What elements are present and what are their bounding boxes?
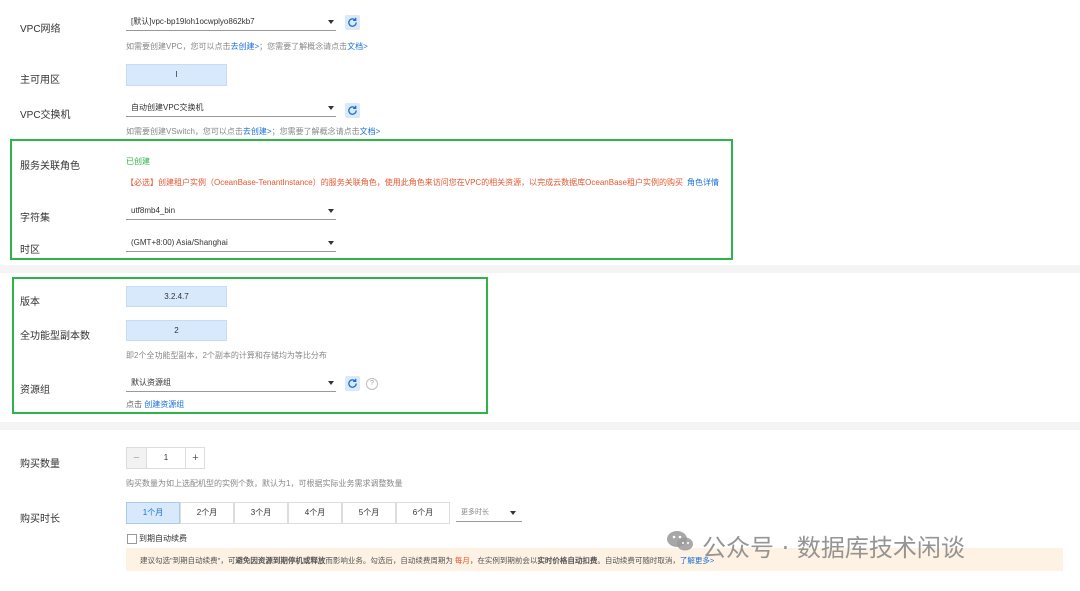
service-role-label: 服务关联角色 xyxy=(20,161,80,172)
duration-option[interactable]: 1个月 xyxy=(126,502,180,524)
vswitch-select-value: 自动创建VPC交换机 xyxy=(131,103,204,112)
duration-option[interactable]: 5个月 xyxy=(342,502,396,524)
timezone-select[interactable]: (GMT+8:00) Asia/Shanghai xyxy=(126,234,336,252)
quantity-stepper[interactable]: − 1 + xyxy=(126,447,205,469)
quantity-input[interactable]: 1 xyxy=(147,448,185,468)
timezone-label: 时区 xyxy=(20,245,40,256)
replicas-label: 全功能型副本数 xyxy=(20,331,90,342)
vpc-hint: 如需要创建VPC，您可以点击去创建>；您需要了解概念请点击文档> xyxy=(126,42,368,51)
timezone-select-value: (GMT+8:00) Asia/Shanghai xyxy=(131,238,228,247)
help-icon[interactable]: ? xyxy=(366,378,378,390)
vpc-label: VPC网络 xyxy=(20,24,61,35)
wechat-icon xyxy=(666,530,694,552)
highlight-frame-2 xyxy=(12,277,488,414)
service-role-status: 已创建 xyxy=(126,157,150,166)
chevron-down-icon xyxy=(328,209,334,213)
version-value: 3.2.4.7 xyxy=(126,286,227,307)
auto-renew-label: 到期自动续费 xyxy=(139,534,187,543)
charset-select-value: utf8mb4_bin xyxy=(131,206,176,215)
highlight-frame-1 xyxy=(10,139,733,260)
vpc-select-value: [默认]vpc-bp19loh1ocwplyo862kb7 xyxy=(131,17,255,26)
charset-select[interactable]: utf8mb4_bin xyxy=(126,202,336,220)
more-duration-select[interactable]: 更多时长 xyxy=(456,504,522,522)
zone-label: 主可用区 xyxy=(20,75,60,86)
vpc-select[interactable]: [默认]vpc-bp19loh1ocwplyo862kb7 xyxy=(126,13,336,31)
replicas-hint: 即2个全功能型副本，2个副本的计算和存储均为等比分布 xyxy=(126,351,327,360)
duration-option[interactable]: 2个月 xyxy=(180,502,234,524)
quantity-minus-button[interactable]: − xyxy=(127,448,147,468)
duration-option[interactable]: 6个月 xyxy=(396,502,450,524)
vswitch-doc-link[interactable]: 文档> xyxy=(360,127,381,136)
quantity-hint: 购买数量为如上选配机型的实例个数，默认为1，可根据实际业务需求调整数量 xyxy=(126,479,403,488)
vswitch-create-link[interactable]: 去创建> xyxy=(243,127,272,136)
vpc-create-link[interactable]: 去创建> xyxy=(230,42,259,51)
vswitch-hint: 如需要创建VSwitch，您可以点击去创建>；您需要了解概念请点击文档> xyxy=(126,127,381,136)
replicas-value: 2 xyxy=(126,320,227,341)
vpc-doc-link[interactable]: 文档> xyxy=(347,42,368,51)
auto-renew-checkbox[interactable] xyxy=(127,534,137,544)
vpc-refresh-button[interactable] xyxy=(345,15,360,30)
resource-group-label: 资源组 xyxy=(20,385,50,396)
chevron-down-icon xyxy=(328,20,334,24)
role-details-link[interactable]: 角色详情 xyxy=(687,177,719,188)
more-duration-value: 更多时长 xyxy=(461,509,489,516)
section-divider xyxy=(0,422,1080,430)
duration-option[interactable]: 3个月 xyxy=(234,502,288,524)
vswitch-select[interactable]: 自动创建VPC交换机 xyxy=(126,99,336,117)
watermark-text: 公众号 · 数据库技术闲谈 xyxy=(702,534,965,562)
zone-value: I xyxy=(126,64,227,86)
duration-option[interactable]: 4个月 xyxy=(288,502,342,524)
version-label: 版本 xyxy=(20,297,40,308)
refresh-icon xyxy=(348,378,357,388)
chevron-down-icon xyxy=(328,381,334,385)
resource-group-hint: 点击 创建资源组 xyxy=(126,400,185,409)
duration-label: 购买时长 xyxy=(20,514,60,525)
resource-group-select-value: 默认资源组 xyxy=(131,378,171,387)
quantity-plus-button[interactable]: + xyxy=(185,448,205,468)
charset-label: 字符集 xyxy=(20,213,50,224)
resource-group-select[interactable]: 默认资源组 xyxy=(126,374,336,392)
refresh-icon xyxy=(348,17,357,27)
create-resource-group-link[interactable]: 创建资源组 xyxy=(144,400,184,409)
refresh-icon xyxy=(348,105,357,115)
section-divider xyxy=(0,265,1080,273)
vswitch-label: VPC交换机 xyxy=(20,110,71,121)
chevron-down-icon xyxy=(510,511,516,515)
resource-group-refresh-button[interactable] xyxy=(345,376,360,391)
chevron-down-icon xyxy=(328,241,334,245)
service-role-warning: 【必选】创建租户实例（OceanBase-TenantInstance）的服务关… xyxy=(126,178,683,187)
chevron-down-icon xyxy=(328,106,334,110)
vswitch-refresh-button[interactable] xyxy=(345,103,360,118)
quantity-label: 购买数量 xyxy=(20,459,60,470)
auto-renew-tip-text: 建议勾选"到期自动续费"，可避免因资源到期停机或释放而影响业务。勾选后，自动续费… xyxy=(140,556,715,565)
